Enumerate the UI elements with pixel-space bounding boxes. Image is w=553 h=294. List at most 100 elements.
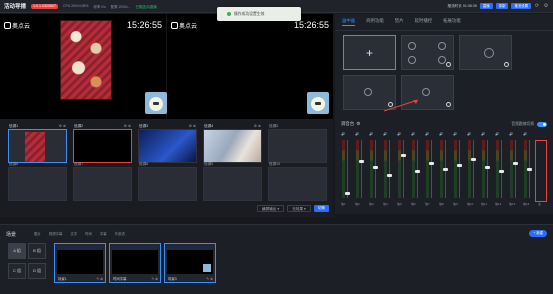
stream-settings-button[interactable]: 推流设置 [511, 3, 531, 9]
group-b-button[interactable]: B 组 [28, 243, 46, 259]
output-mode-select[interactable]: 横屏输出 ▾ [257, 205, 285, 212]
source-tile[interactable]: 信源7 [73, 162, 132, 201]
new-scene-button[interactable]: + 新建 [529, 230, 547, 237]
switch-button[interactable]: 切换 [313, 205, 329, 212]
fader-track [417, 140, 418, 198]
channel-name: 信5 [397, 202, 402, 206]
fader-knob[interactable] [499, 170, 504, 173]
tab-pad[interactable]: 垫片 [395, 18, 404, 26]
refresh-icon[interactable]: ⟳ [534, 3, 540, 9]
scene-edit-icon[interactable]: ✎ ⊗ [151, 277, 158, 281]
fader-knob[interactable] [485, 166, 490, 169]
fader-track [389, 140, 390, 198]
source-tile[interactable]: 信源6 [8, 162, 67, 201]
success-check-icon [227, 12, 231, 16]
add-layout-button[interactable]: + [343, 35, 396, 70]
group-d-button[interactable]: D 组 [28, 263, 46, 279]
scene-label: 时间字幕 [113, 277, 127, 281]
mixer-title: 调音台 [341, 121, 355, 126]
fader-knob[interactable] [359, 160, 364, 163]
tile-settings-icon[interactable]: ⚙ ⊗ [59, 124, 66, 128]
tab-commercial[interactable]: 商用功能 [366, 18, 384, 26]
channel-mute-icons: 🔊 🔊 🔊 🔊 🔊 🔊 🔊 🔊 🔊 🔊 🔊 🔊 🔊 🔊 [337, 132, 551, 138]
audio-follow-label: 音频跟随切换 [511, 121, 534, 126]
source-tile[interactable]: 信源2 ⚙ ⊗ [73, 124, 132, 163]
fader-knob[interactable] [345, 192, 350, 195]
add-subtitle-action[interactable]: 字幕 [100, 231, 107, 236]
scene-edit-icon[interactable]: ✎ ⊗ [206, 277, 213, 281]
speaker-icon[interactable]: 🔊 [341, 132, 345, 136]
live-button[interactable]: 直播 [479, 3, 493, 9]
record-button[interactable]: 录制 [495, 3, 509, 9]
layout-slot-icon [408, 42, 416, 50]
fader-knob[interactable] [415, 170, 420, 173]
scene-edit-icon[interactable]: ✎ ⊗ [96, 277, 103, 281]
speaker-icon[interactable]: 🔊 [355, 132, 359, 136]
level-meter [510, 140, 513, 198]
pvw-logo: 奥点云 [4, 21, 30, 30]
level-meter [482, 140, 485, 198]
speaker-icon[interactable]: 🔊 [523, 132, 527, 136]
add-video-caption-action[interactable]: 视频字幕 [49, 231, 63, 236]
mixer-channel: 信2 [355, 140, 365, 206]
transition-select[interactable]: 无效果 ▾ [287, 205, 311, 212]
tile-settings-icon[interactable]: ⚙ ⊗ [124, 124, 131, 128]
tile-settings-icon[interactable]: ⚙ ⊗ [254, 124, 261, 128]
speaker-icon[interactable]: 🔊 [439, 132, 443, 136]
channel-name: 信7 [425, 202, 430, 206]
tile-settings-icon[interactable]: ⚙ ⊗ [189, 124, 196, 128]
group-c-button[interactable]: C 组 [8, 263, 26, 279]
speaker-icon[interactable]: 🔊 [453, 132, 457, 136]
add-stream-action[interactable]: 外部流 [115, 231, 125, 236]
fader-knob[interactable] [443, 168, 448, 171]
speaker-icon[interactable]: 🔊 [467, 132, 471, 136]
add-text-action[interactable]: 文字 [70, 231, 77, 236]
speaker-icon[interactable]: 🔊 [425, 132, 429, 136]
tab-pip[interactable]: 画中画 [342, 18, 356, 26]
channel-name: 信8 [439, 202, 444, 206]
source-tile[interactable]: 信源10 [268, 162, 327, 201]
fader-knob[interactable] [373, 166, 378, 169]
fader-knob[interactable] [387, 174, 392, 177]
speaker-icon[interactable]: 🔊 [495, 132, 499, 136]
fader-knob[interactable] [429, 162, 434, 165]
tab-extensions[interactable]: 拓展功能 [443, 18, 461, 26]
add-image-action[interactable]: 图片 [34, 231, 41, 236]
source-tile[interactable]: 信源3 ⚙ ⊗ [138, 124, 197, 163]
pip-layout[interactable] [401, 35, 454, 70]
scene-card[interactable]: 时间字幕 ✎ ⊗ [109, 243, 161, 283]
source-tile[interactable]: 信源9 [203, 162, 262, 201]
fader-knob[interactable] [471, 158, 476, 161]
group-a-button[interactable]: A 组 [8, 243, 26, 259]
scene-card[interactable]: 场景3 ✎ ⊗ [164, 243, 216, 283]
layout-slot-icon [364, 88, 372, 96]
speaker-icon[interactable]: 🔊 [369, 132, 373, 136]
layout-select-icon[interactable] [504, 62, 509, 67]
level-meter [496, 140, 499, 198]
speaker-icon[interactable]: 🔊 [383, 132, 387, 136]
audio-follow-toggle[interactable] [537, 121, 547, 127]
scene-card[interactable]: 场景1 ✎ ⊗ [54, 243, 106, 283]
pip-layout[interactable] [459, 35, 512, 70]
gear-icon[interactable]: ⚙ [543, 3, 549, 9]
speaker-icon[interactable]: 🔊 [509, 132, 513, 136]
level-meter [412, 140, 415, 198]
master-channel[interactable]: 主 [535, 140, 547, 206]
fader-knob[interactable] [401, 154, 406, 157]
speaker-icon[interactable]: 🔊 [481, 132, 485, 136]
pvw-mascot-image [145, 92, 167, 114]
source-tile[interactable]: 信源4 ⚙ ⊗ [203, 124, 262, 163]
fader-knob[interactable] [513, 162, 518, 165]
tab-delay[interactable]: 延时播控 [415, 18, 433, 26]
fader-knob[interactable] [527, 168, 532, 171]
source-tile[interactable]: 信源5 [268, 124, 327, 163]
source-tile[interactable]: 信源8 [138, 162, 197, 201]
add-time-action[interactable]: 时间 [85, 231, 92, 236]
layout-select-icon[interactable] [446, 62, 451, 67]
speaker-icon[interactable]: 🔊 [397, 132, 401, 136]
speaker-icon[interactable]: 🔊 [411, 132, 415, 136]
mixer-settings-icon[interactable]: ⚙ [356, 121, 360, 127]
layout-select-icon[interactable] [446, 102, 451, 107]
source-tile[interactable]: 信源1 ⚙ ⊗ [8, 124, 67, 163]
fader-knob[interactable] [457, 164, 462, 167]
